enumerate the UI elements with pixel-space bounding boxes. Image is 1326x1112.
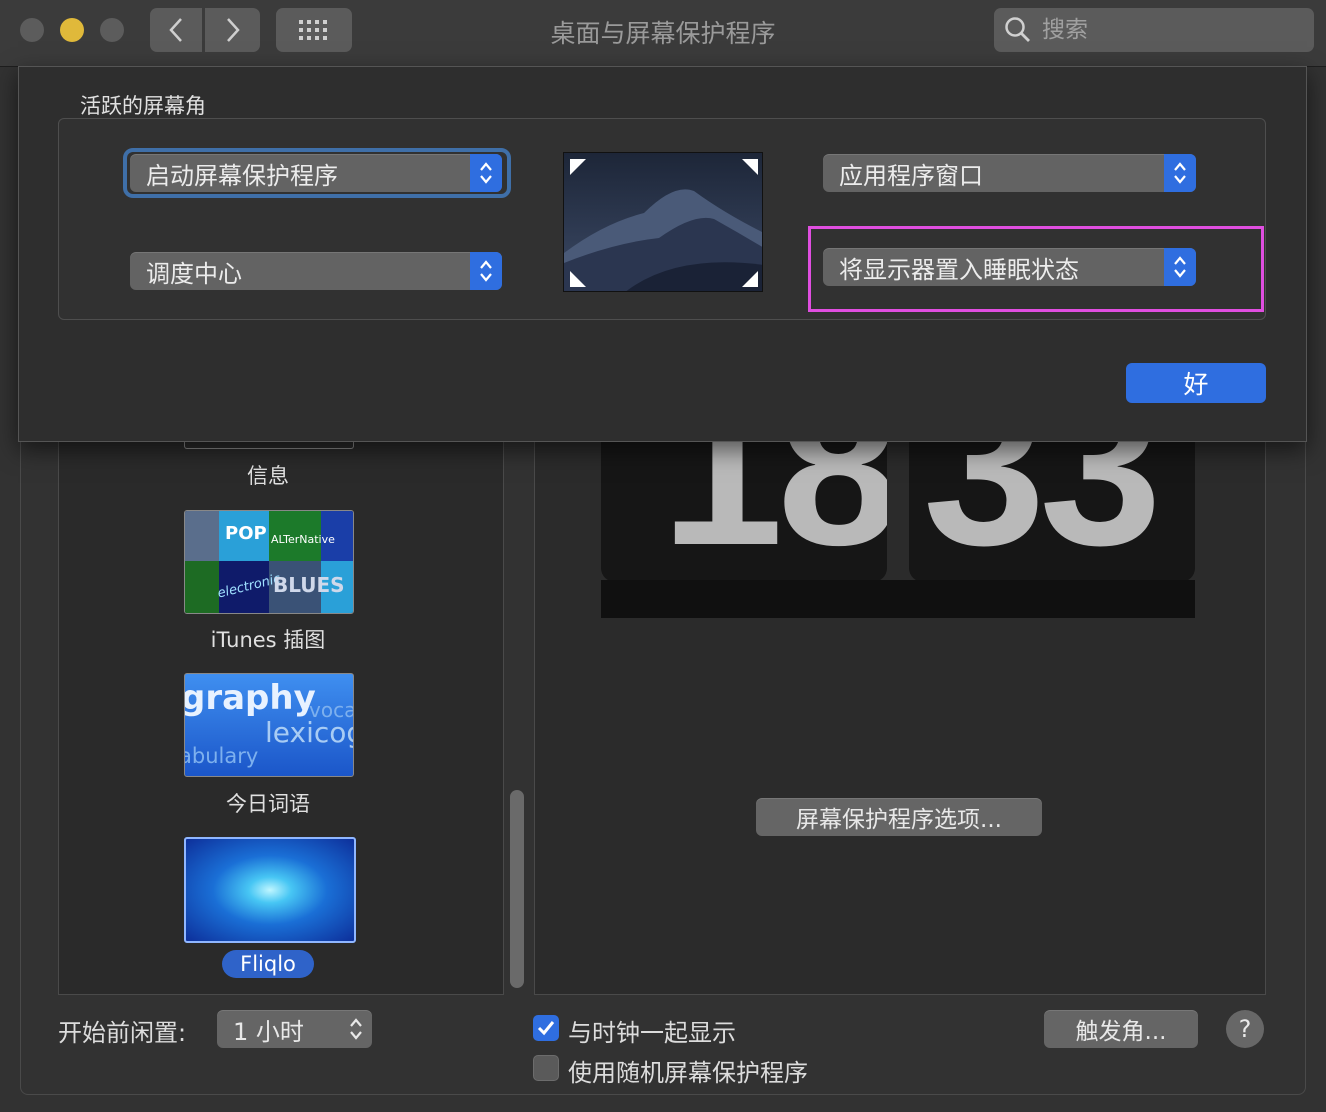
fliqlo-thumbnail[interactable] xyxy=(184,837,356,943)
back-button[interactable] xyxy=(150,8,202,52)
close-window-button[interactable] xyxy=(20,18,44,42)
help-button[interactable]: ? xyxy=(1226,1010,1264,1048)
up-down-chevron-icon xyxy=(350,1018,362,1040)
thumb-word: lexicog xyxy=(265,716,353,749)
clock-minutes-card: 33 xyxy=(909,442,1195,582)
dunes-wallpaper-icon xyxy=(564,153,762,291)
screensaver-label: iTunes 插图 xyxy=(210,628,326,652)
thumb-word: POP xyxy=(225,523,267,544)
list-item[interactable]: iTunes 插图 xyxy=(168,622,368,656)
clock-minutes: 33 xyxy=(923,442,1162,582)
bottom-left-corner-popup[interactable]: 调度中心 xyxy=(130,252,502,290)
random-screensaver-checkbox[interactable] xyxy=(533,1055,559,1081)
screensaver-label: 今日词语 xyxy=(226,792,310,816)
word-of-the-day-thumbnail[interactable]: graphy voca lexicog abulary xyxy=(184,673,354,777)
top-left-corner-value: 启动屏幕保护程序 xyxy=(146,161,338,190)
clock-base xyxy=(601,580,1195,618)
idle-time-value: 1 小时 xyxy=(233,1017,304,1046)
ok-button[interactable]: 好 xyxy=(1126,363,1266,403)
show-with-clock-checkbox[interactable] xyxy=(533,1015,559,1041)
popup-stepper xyxy=(470,154,502,192)
random-screensaver-label: 使用随机屏幕保护程序 xyxy=(568,1059,808,1087)
screensaver-list[interactable]: 信息 POP ALTerNative electronic BLUES iTun… xyxy=(58,442,504,995)
idle-time-popup[interactable]: 1 小时 xyxy=(217,1010,372,1048)
thumb-word: BLUES xyxy=(273,573,345,597)
screensaver-label: Fliqlo xyxy=(222,950,314,978)
list-item[interactable]: 信息 xyxy=(168,458,368,492)
search-field[interactable] xyxy=(994,8,1314,52)
chevron-right-icon xyxy=(226,18,240,42)
search-input[interactable] xyxy=(1040,16,1294,44)
screensaver-options-button[interactable]: 屏幕保护程序选项... xyxy=(756,798,1042,836)
thumb-word: graphy xyxy=(184,678,316,718)
up-down-chevron-icon xyxy=(480,260,492,282)
show-with-clock-label: 与时钟一起显示 xyxy=(568,1019,736,1047)
thumb-word: abulary xyxy=(184,744,259,768)
up-down-chevron-icon xyxy=(480,162,492,184)
title-bar: 桌面与屏幕保护程序 xyxy=(0,0,1326,67)
show-all-button[interactable] xyxy=(276,8,352,52)
popup-stepper xyxy=(1164,154,1196,192)
screensaver-label: 信息 xyxy=(247,464,289,488)
top-left-corner-popup[interactable]: 启动屏幕保护程序 xyxy=(130,154,502,192)
top-right-corner-value: 应用程序窗口 xyxy=(839,161,983,190)
sheet-title: 活跃的屏幕角 xyxy=(80,94,206,118)
thumb-word: ALTerNative xyxy=(271,533,335,546)
checkmark-icon xyxy=(537,1021,555,1036)
grid-icon xyxy=(299,20,327,40)
top-right-corner-popup[interactable]: 应用程序窗口 xyxy=(823,154,1196,192)
annotation-highlight-box xyxy=(808,226,1264,312)
list-item-selected[interactable]: Fliqlo xyxy=(168,950,368,978)
clock-hours: 18 xyxy=(661,442,887,582)
up-down-chevron-icon xyxy=(1174,162,1186,184)
itunes-artwork-thumbnail[interactable]: POP ALTerNative electronic BLUES xyxy=(184,510,354,614)
list-scrollbar[interactable] xyxy=(510,790,524,988)
popup-stepper xyxy=(470,252,502,290)
desktop-preview-image xyxy=(563,152,763,292)
minimize-window-button[interactable] xyxy=(60,18,84,42)
search-icon xyxy=(1005,17,1030,42)
clock-hours-card: 18 xyxy=(601,442,887,582)
chevron-left-icon xyxy=(169,18,182,42)
bottom-left-corner-value: 调度中心 xyxy=(146,259,242,288)
info-thumbnail[interactable] xyxy=(184,442,354,449)
zoom-window-button[interactable] xyxy=(100,18,124,42)
hot-corners-button[interactable]: 触发角... xyxy=(1044,1010,1198,1048)
list-item[interactable]: 今日词语 xyxy=(168,786,368,820)
idle-label: 开始前闲置: xyxy=(58,1019,187,1047)
forward-button[interactable] xyxy=(205,8,260,52)
